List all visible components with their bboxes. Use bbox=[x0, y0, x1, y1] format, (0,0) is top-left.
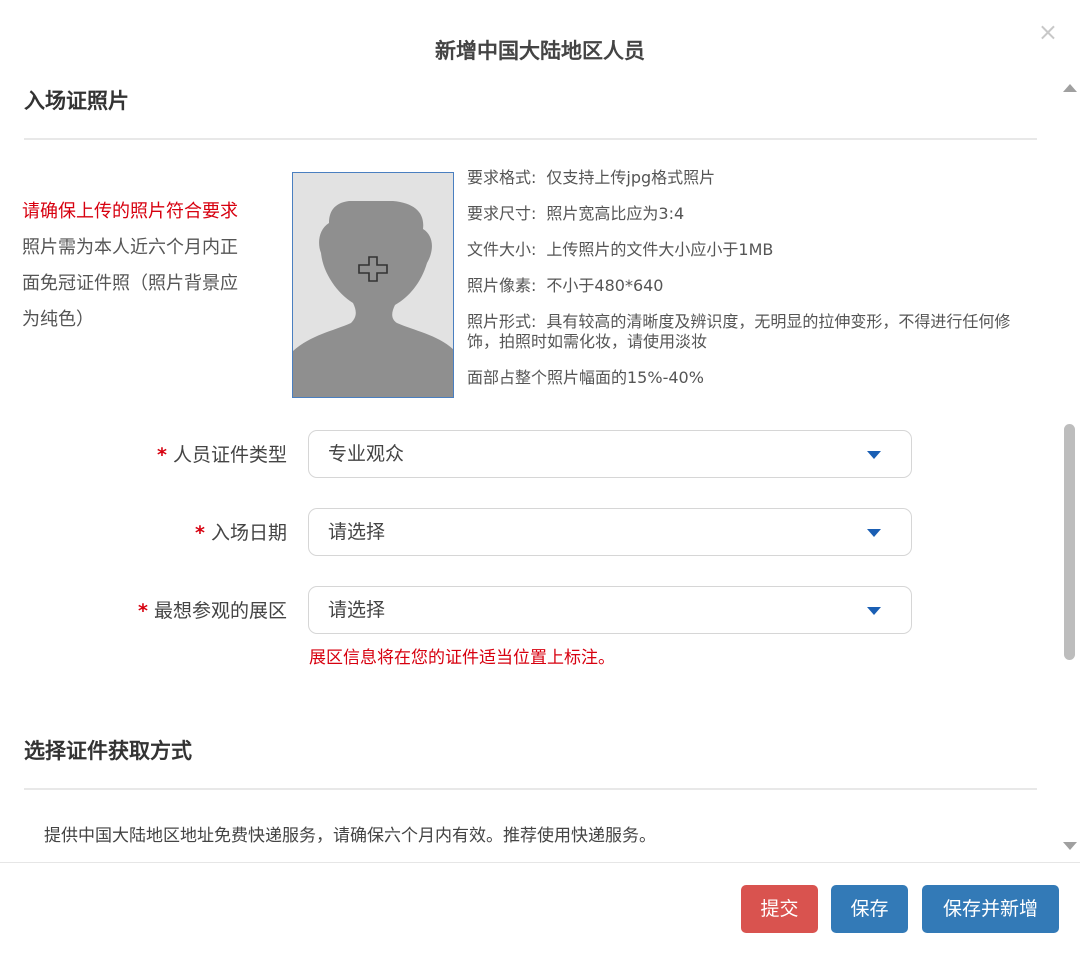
zone-value: 请选择 bbox=[328, 587, 385, 633]
requirement-item: 要求格式:仅支持上传jpg格式照片 bbox=[467, 168, 1027, 188]
zone-row: *最想参观的展区 请选择 bbox=[0, 586, 1060, 636]
dialog-footer: 提交 保存 保存并新增 bbox=[0, 862, 1080, 956]
add-person-dialog: 新增中国大陆地区人员 × 入场证照片 请确保上传的照片符合要求 照片需为本人近六… bbox=[0, 0, 1080, 955]
photo-section-title: 入场证照片 bbox=[24, 86, 129, 116]
save-button[interactable]: 保存 bbox=[831, 885, 908, 933]
photo-note-line: 面免冠证件照（照片背景应 bbox=[22, 266, 278, 302]
dialog-body[interactable]: 入场证照片 请确保上传的照片符合要求 照片需为本人近六个月内正 面免冠证件照（照… bbox=[0, 72, 1060, 862]
delivery-section-title: 选择证件获取方式 bbox=[24, 736, 192, 766]
photo-warning: 请确保上传的照片符合要求 bbox=[22, 194, 278, 230]
delivery-info: 提供中国大陆地区地址免费快递服务，请确保六个月内有效。推荐使用快递服务。 bbox=[44, 824, 656, 848]
entry-date-select[interactable]: 请选择 bbox=[308, 508, 912, 556]
scroll-up-icon[interactable] bbox=[1063, 84, 1077, 92]
entry-date-label: *入场日期 bbox=[195, 508, 287, 558]
id-type-select[interactable]: 专业观众 bbox=[308, 430, 912, 478]
requirement-item: 照片像素:不小于480*640 bbox=[467, 276, 1027, 296]
chevron-down-icon bbox=[867, 451, 881, 459]
dialog-title: 新增中国大陆地区人员 bbox=[0, 36, 1080, 66]
photo-requirements: 要求格式:仅支持上传jpg格式照片 要求尺寸:照片宽高比应为3:4 文件大小:上… bbox=[467, 168, 1027, 401]
close-icon[interactable]: × bbox=[1038, 20, 1058, 44]
chevron-down-icon bbox=[867, 529, 881, 537]
requirement-item: 面部占整个照片幅面的15%-40% bbox=[467, 368, 1027, 388]
id-type-value: 专业观众 bbox=[328, 431, 404, 477]
entry-date-value: 请选择 bbox=[328, 509, 385, 555]
zone-label: *最想参观的展区 bbox=[138, 586, 287, 636]
divider bbox=[24, 788, 1037, 790]
divider bbox=[24, 138, 1037, 140]
scrollbar[interactable] bbox=[1060, 72, 1080, 862]
photo-note-line: 照片需为本人近六个月内正 bbox=[22, 230, 278, 266]
zone-hint: 展区信息将在您的证件适当位置上标注。 bbox=[309, 646, 615, 670]
add-photo-icon[interactable] bbox=[355, 254, 391, 290]
scroll-down-icon[interactable] bbox=[1063, 842, 1077, 850]
submit-button[interactable]: 提交 bbox=[741, 885, 818, 933]
requirement-item: 文件大小:上传照片的文件大小应小于1MB bbox=[467, 240, 1027, 260]
id-type-label: *人员证件类型 bbox=[157, 430, 287, 480]
requirement-item: 照片形式:具有较高的清晰度及辨识度，无明显的拉伸变形，不得进行任何修饰，拍照时如… bbox=[467, 312, 1027, 352]
id-type-row: *人员证件类型 专业观众 bbox=[0, 430, 1060, 480]
save-and-new-button[interactable]: 保存并新增 bbox=[922, 885, 1059, 933]
scrollbar-thumb[interactable] bbox=[1064, 424, 1075, 660]
photo-note: 请确保上传的照片符合要求 照片需为本人近六个月内正 面免冠证件照（照片背景应 为… bbox=[22, 194, 278, 338]
entry-date-row: *入场日期 请选择 bbox=[0, 508, 1060, 558]
chevron-down-icon bbox=[867, 607, 881, 615]
photo-note-line: 为纯色） bbox=[22, 302, 278, 338]
zone-select[interactable]: 请选择 bbox=[308, 586, 912, 634]
requirement-item: 要求尺寸:照片宽高比应为3:4 bbox=[467, 204, 1027, 224]
